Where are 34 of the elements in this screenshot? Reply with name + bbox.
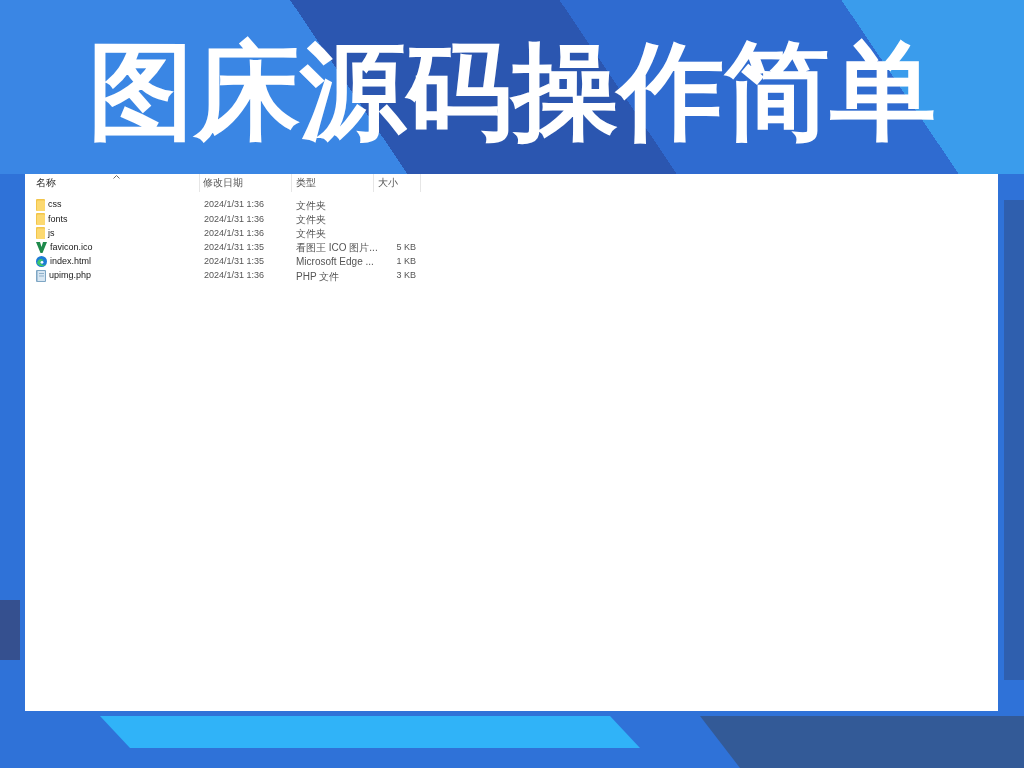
modified-date: 2024/1/31 1:35 xyxy=(204,256,265,267)
modified-date: 2024/1/31 1:36 xyxy=(204,227,265,238)
caret-icon xyxy=(113,175,120,179)
v-shape-icon xyxy=(36,242,47,254)
file-type: 看图王 ICO 图片... xyxy=(296,242,378,254)
folder-icon xyxy=(36,227,45,240)
file-name[interactable]: css xyxy=(48,198,62,212)
file-type: 文件夹 xyxy=(296,227,326,239)
column-header[interactable]: 名称 xyxy=(25,174,200,192)
file-type: 文件夹 xyxy=(296,213,326,225)
file-type: PHP 文件 xyxy=(296,270,340,282)
page-title: 图床源码操作简单 xyxy=(88,38,936,144)
modified-date: 2024/1/31 1:36 xyxy=(204,199,265,210)
file-size: 3 KB xyxy=(396,269,416,283)
browser-icon xyxy=(36,256,47,268)
file-type: Microsoft Edge ... xyxy=(296,256,374,268)
file-type: 文件夹 xyxy=(296,199,326,211)
column-header[interactable]: 类型 xyxy=(292,174,374,192)
folder-icon xyxy=(36,213,45,226)
column-header[interactable]: 大小 xyxy=(374,174,421,192)
file-name[interactable]: favicon.ico xyxy=(50,240,93,255)
file-name[interactable]: fonts xyxy=(48,212,68,227)
file-name[interactable]: js xyxy=(48,226,55,241)
document-icon xyxy=(36,270,46,283)
column-header[interactable]: 修改日期 xyxy=(200,174,292,192)
file-size: 5 KB xyxy=(396,240,416,254)
folder-icon xyxy=(36,199,45,212)
file-name[interactable]: upimg.php xyxy=(49,269,92,283)
modified-date: 2024/1/31 1:35 xyxy=(204,241,265,252)
modified-date: 2024/1/31 1:36 xyxy=(204,213,265,224)
file-size: 1 KB xyxy=(396,255,416,269)
modified-date: 2024/1/31 1:36 xyxy=(204,270,265,281)
side-stripe xyxy=(0,600,20,660)
file-name[interactable]: index.html xyxy=(50,255,92,269)
